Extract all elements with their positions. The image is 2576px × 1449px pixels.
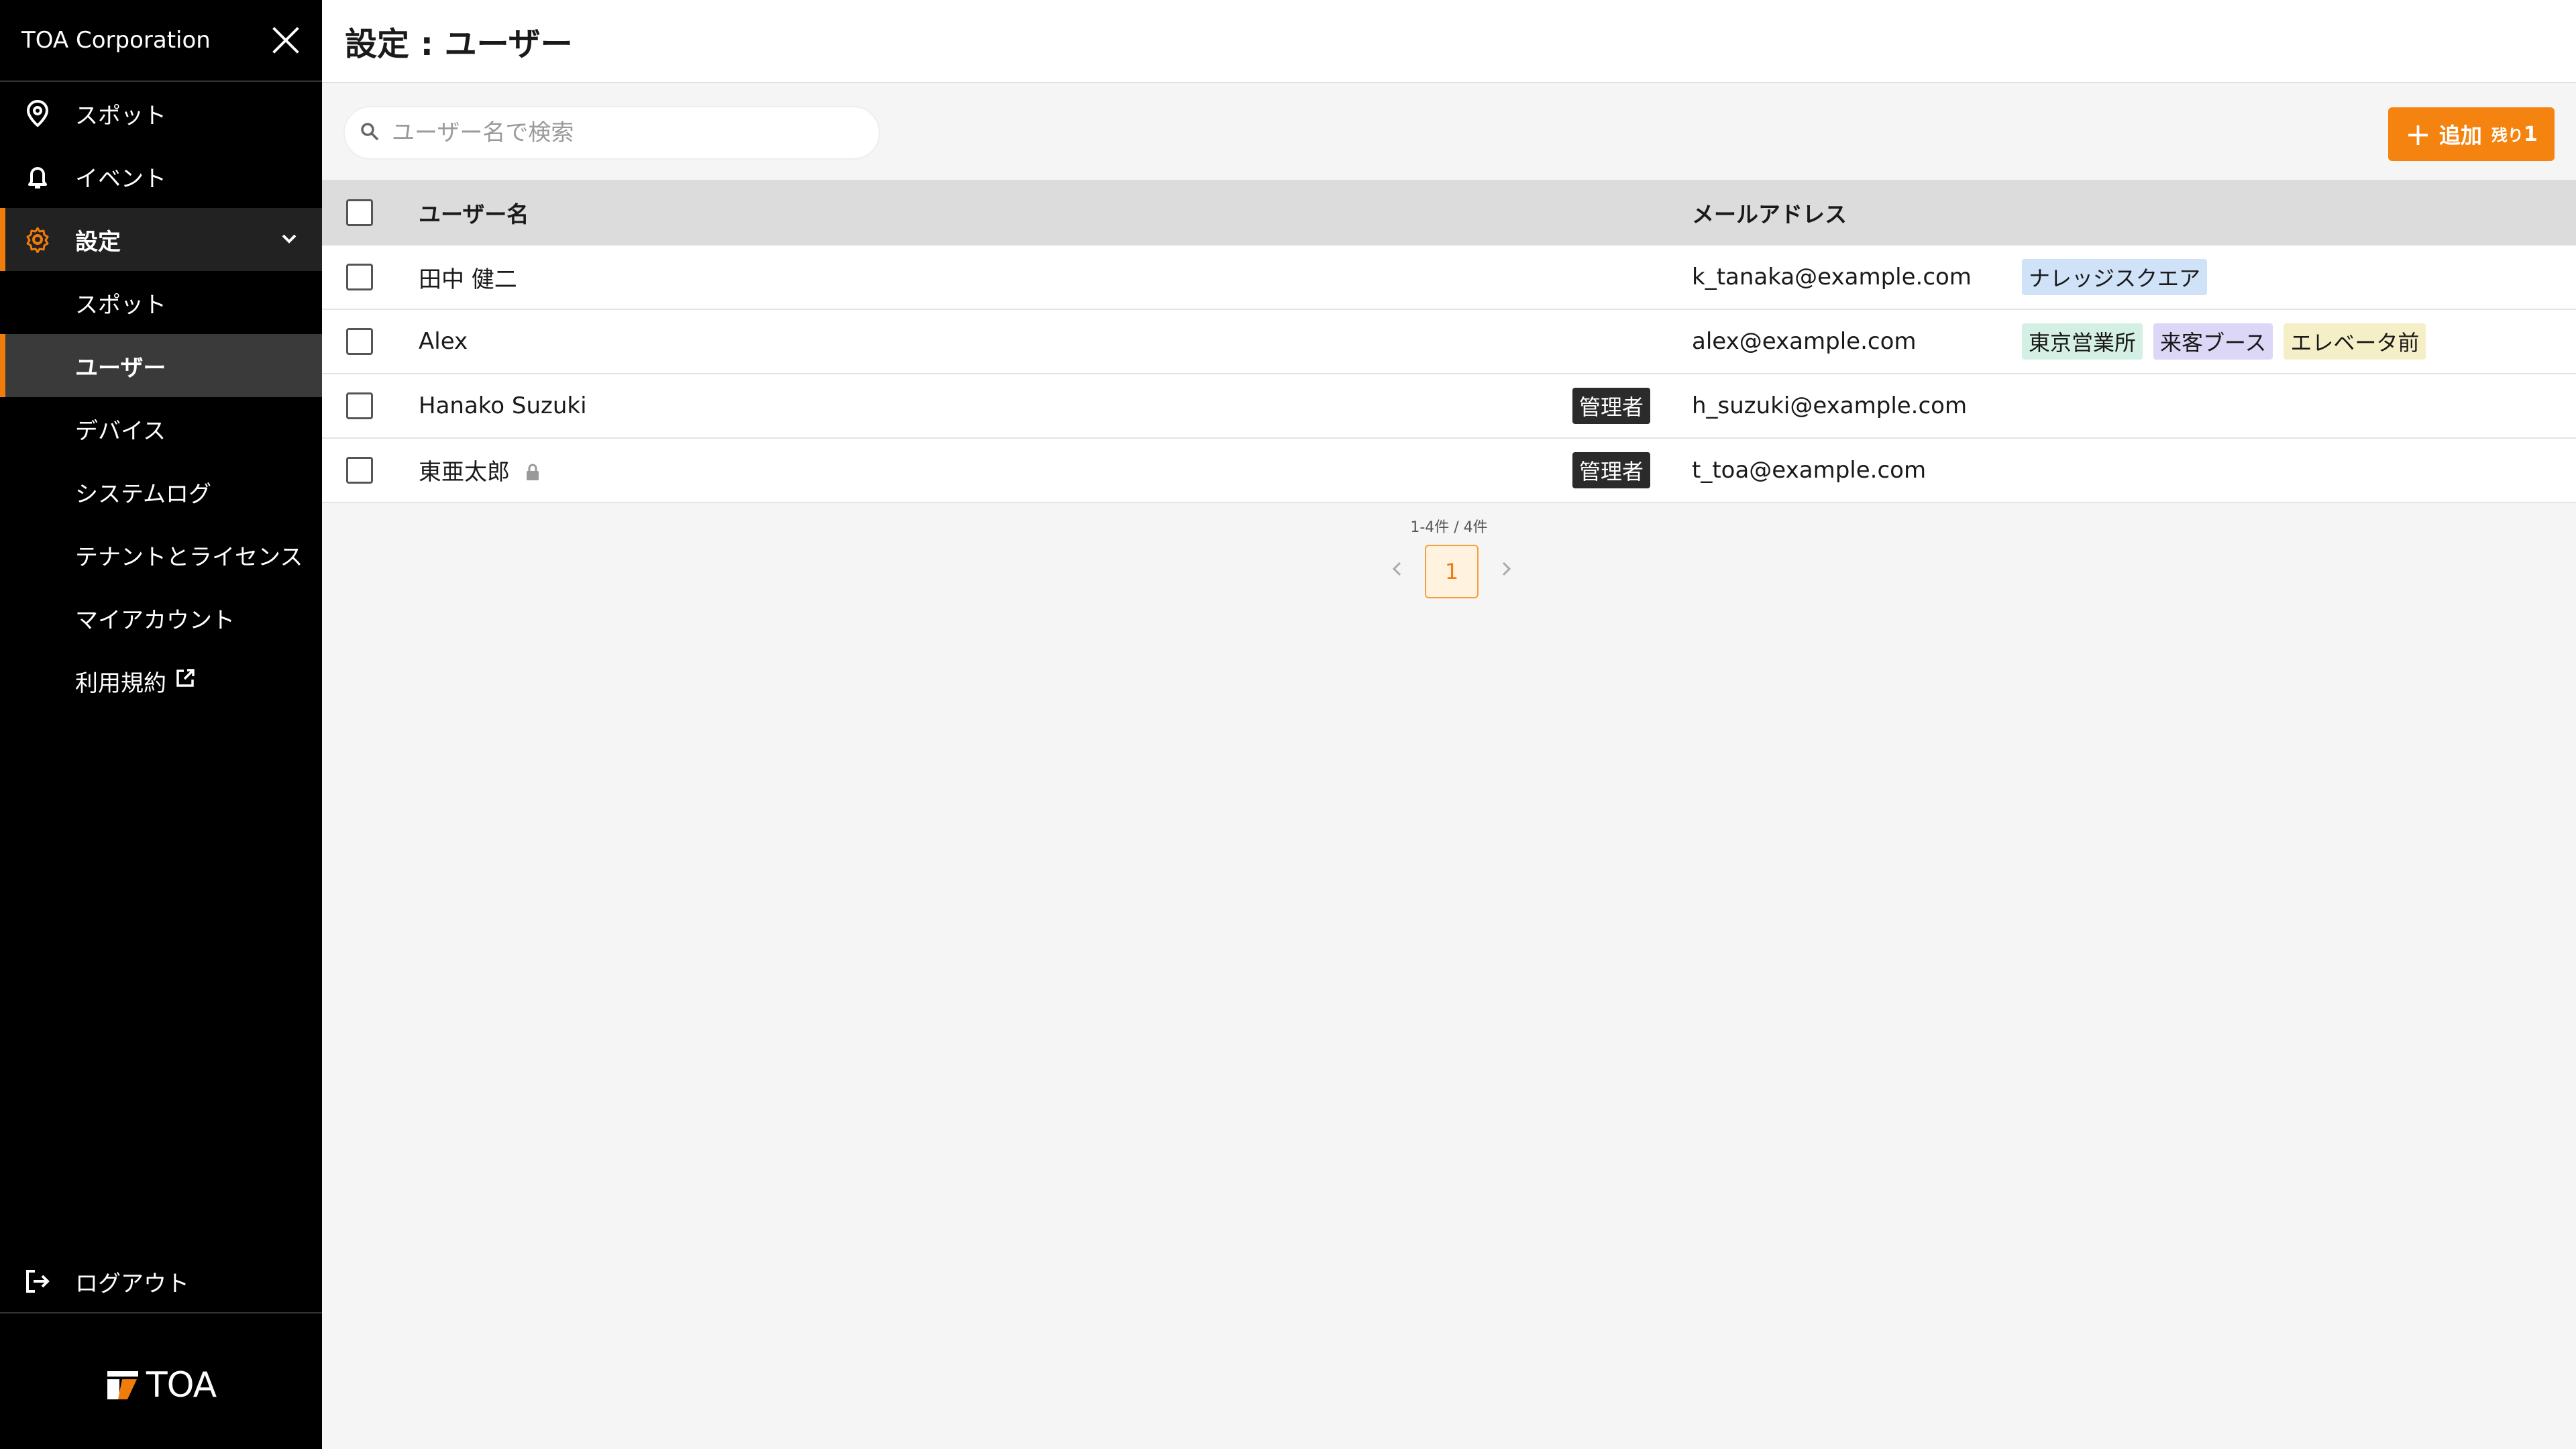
logout-icon	[23, 1267, 52, 1296]
nav-label-settings: 設定	[75, 228, 121, 256]
map-pin-icon	[23, 99, 52, 128]
sidebar-item-spot[interactable]: スポット	[0, 271, 322, 334]
terms-label: 利用規約	[75, 669, 166, 697]
user-name: Alex	[419, 328, 468, 355]
column-header-email: メールアドレス	[1692, 201, 1847, 227]
nav-label-spot: スポット	[75, 102, 166, 129]
main-content: 設定 : ユーザー + 追加 残り1 ユーザー名 メールアドレス 田中 健二 k…	[322, 0, 2576, 1449]
remaining-count: 1	[2523, 123, 2538, 146]
remaining-label: 残り	[2491, 126, 2524, 145]
spot-tag: ナレッジスクエア	[2022, 259, 2208, 295]
spot-tag: エレベータ前	[2284, 323, 2426, 360]
row-checkbox[interactable]	[346, 392, 373, 419]
gear-icon	[23, 225, 52, 254]
add-user-button[interactable]: + 追加 残り1	[2388, 107, 2555, 161]
nav-item-spot[interactable]: スポット	[0, 82, 322, 145]
table-row[interactable]: 東亜太郎 管理者 t_toa@example.com	[322, 439, 2576, 503]
admin-badge: 管理者	[1572, 388, 1651, 424]
chevron-down-icon[interactable]	[279, 228, 299, 255]
sidebar-header: TOA Corporation	[0, 0, 322, 82]
table-row[interactable]: Hanako Suzuki 管理者 h_suzuki@example.com	[322, 374, 2576, 439]
search-input[interactable]	[392, 119, 861, 146]
page-button-current[interactable]: 1	[1425, 545, 1479, 598]
sidebar-item-my-account[interactable]: マイアカウント	[0, 586, 322, 649]
pagination-count: 1-4件 / 4件	[1410, 519, 1488, 536]
logout-label: ログアウト	[75, 1270, 189, 1297]
user-name: 田中 健二	[419, 266, 517, 293]
sidebar-item-terms[interactable]: 利用規約	[0, 649, 322, 712]
add-button-label: 追加	[2438, 123, 2482, 148]
user-email: alex@example.com	[1692, 328, 1917, 355]
chevron-left-icon[interactable]	[1387, 558, 1407, 585]
sidebar-item-tenant-license[interactable]: テナントとライセンス	[0, 523, 322, 586]
users-table: ユーザー名 メールアドレス 田中 健二 k_tanaka@example.com…	[322, 180, 2576, 503]
user-name: Hanako Suzuki	[419, 392, 587, 419]
admin-badge: 管理者	[1572, 452, 1651, 488]
external-link-icon	[174, 667, 196, 695]
lock-icon	[525, 460, 540, 487]
brand-text: TOA	[146, 1365, 217, 1405]
user-name: 東亜太郎	[419, 459, 510, 486]
admin-badge-label: 管理者	[1572, 388, 1651, 424]
page-title: 設定 : ユーザー	[345, 25, 573, 63]
chevron-right-icon[interactable]	[1496, 558, 1516, 585]
select-all-checkbox[interactable]	[346, 199, 373, 226]
toa-logo-icon	[107, 1371, 138, 1399]
remaining-quota: 残り1	[2491, 122, 2538, 146]
logout-button[interactable]: ログアウト	[0, 1250, 322, 1313]
pagination: 1	[1387, 545, 1516, 598]
page-header: 設定 : ユーザー	[322, 0, 2576, 83]
brand-logo: TOA	[0, 1355, 322, 1415]
table-header: ユーザー名 メールアドレス	[322, 180, 2576, 246]
row-checkbox[interactable]	[346, 457, 373, 484]
toolbar: + 追加 残り1	[322, 83, 2576, 180]
user-name-cell: 東亜太郎	[419, 453, 540, 487]
sidebar-item-devices[interactable]: デバイス	[0, 397, 322, 460]
table-row[interactable]: 田中 健二 k_tanaka@example.com ナレッジスクエア	[322, 246, 2576, 310]
sidebar: TOA Corporation スポット イベント 設定 スポット ユーザー デ…	[0, 0, 322, 1449]
row-checkbox[interactable]	[346, 264, 373, 290]
nav-item-event[interactable]: イベント	[0, 145, 322, 208]
spot-tag: 来客ブース	[2153, 323, 2273, 360]
user-email: t_toa@example.com	[1692, 457, 1927, 484]
org-name: TOA Corporation	[21, 27, 211, 54]
spot-tag: 東京営業所	[2022, 323, 2143, 360]
nav-item-settings[interactable]: 設定	[0, 208, 322, 271]
row-checkbox[interactable]	[346, 328, 373, 355]
admin-badge-label: 管理者	[1572, 452, 1651, 488]
plus-icon: +	[2405, 116, 2431, 152]
search-icon	[360, 121, 380, 144]
sidebar-item-users[interactable]: ユーザー	[0, 334, 322, 397]
bell-icon	[23, 162, 52, 191]
user-email: k_tanaka@example.com	[1692, 264, 1972, 290]
nav-label-event: イベント	[75, 165, 166, 193]
sidebar-item-system-log[interactable]: システムログ	[0, 460, 322, 523]
search-box[interactable]	[343, 106, 880, 160]
user-email: h_suzuki@example.com	[1692, 392, 1968, 419]
close-icon[interactable]	[271, 25, 301, 55]
user-tags: 東京営業所 来客ブース エレベータ前	[2022, 323, 2426, 360]
user-tags: ナレッジスクエア	[2022, 259, 2208, 295]
table-row[interactable]: Alex alex@example.com 東京営業所 来客ブース エレベータ前	[322, 310, 2576, 374]
column-header-name: ユーザー名	[419, 201, 529, 227]
